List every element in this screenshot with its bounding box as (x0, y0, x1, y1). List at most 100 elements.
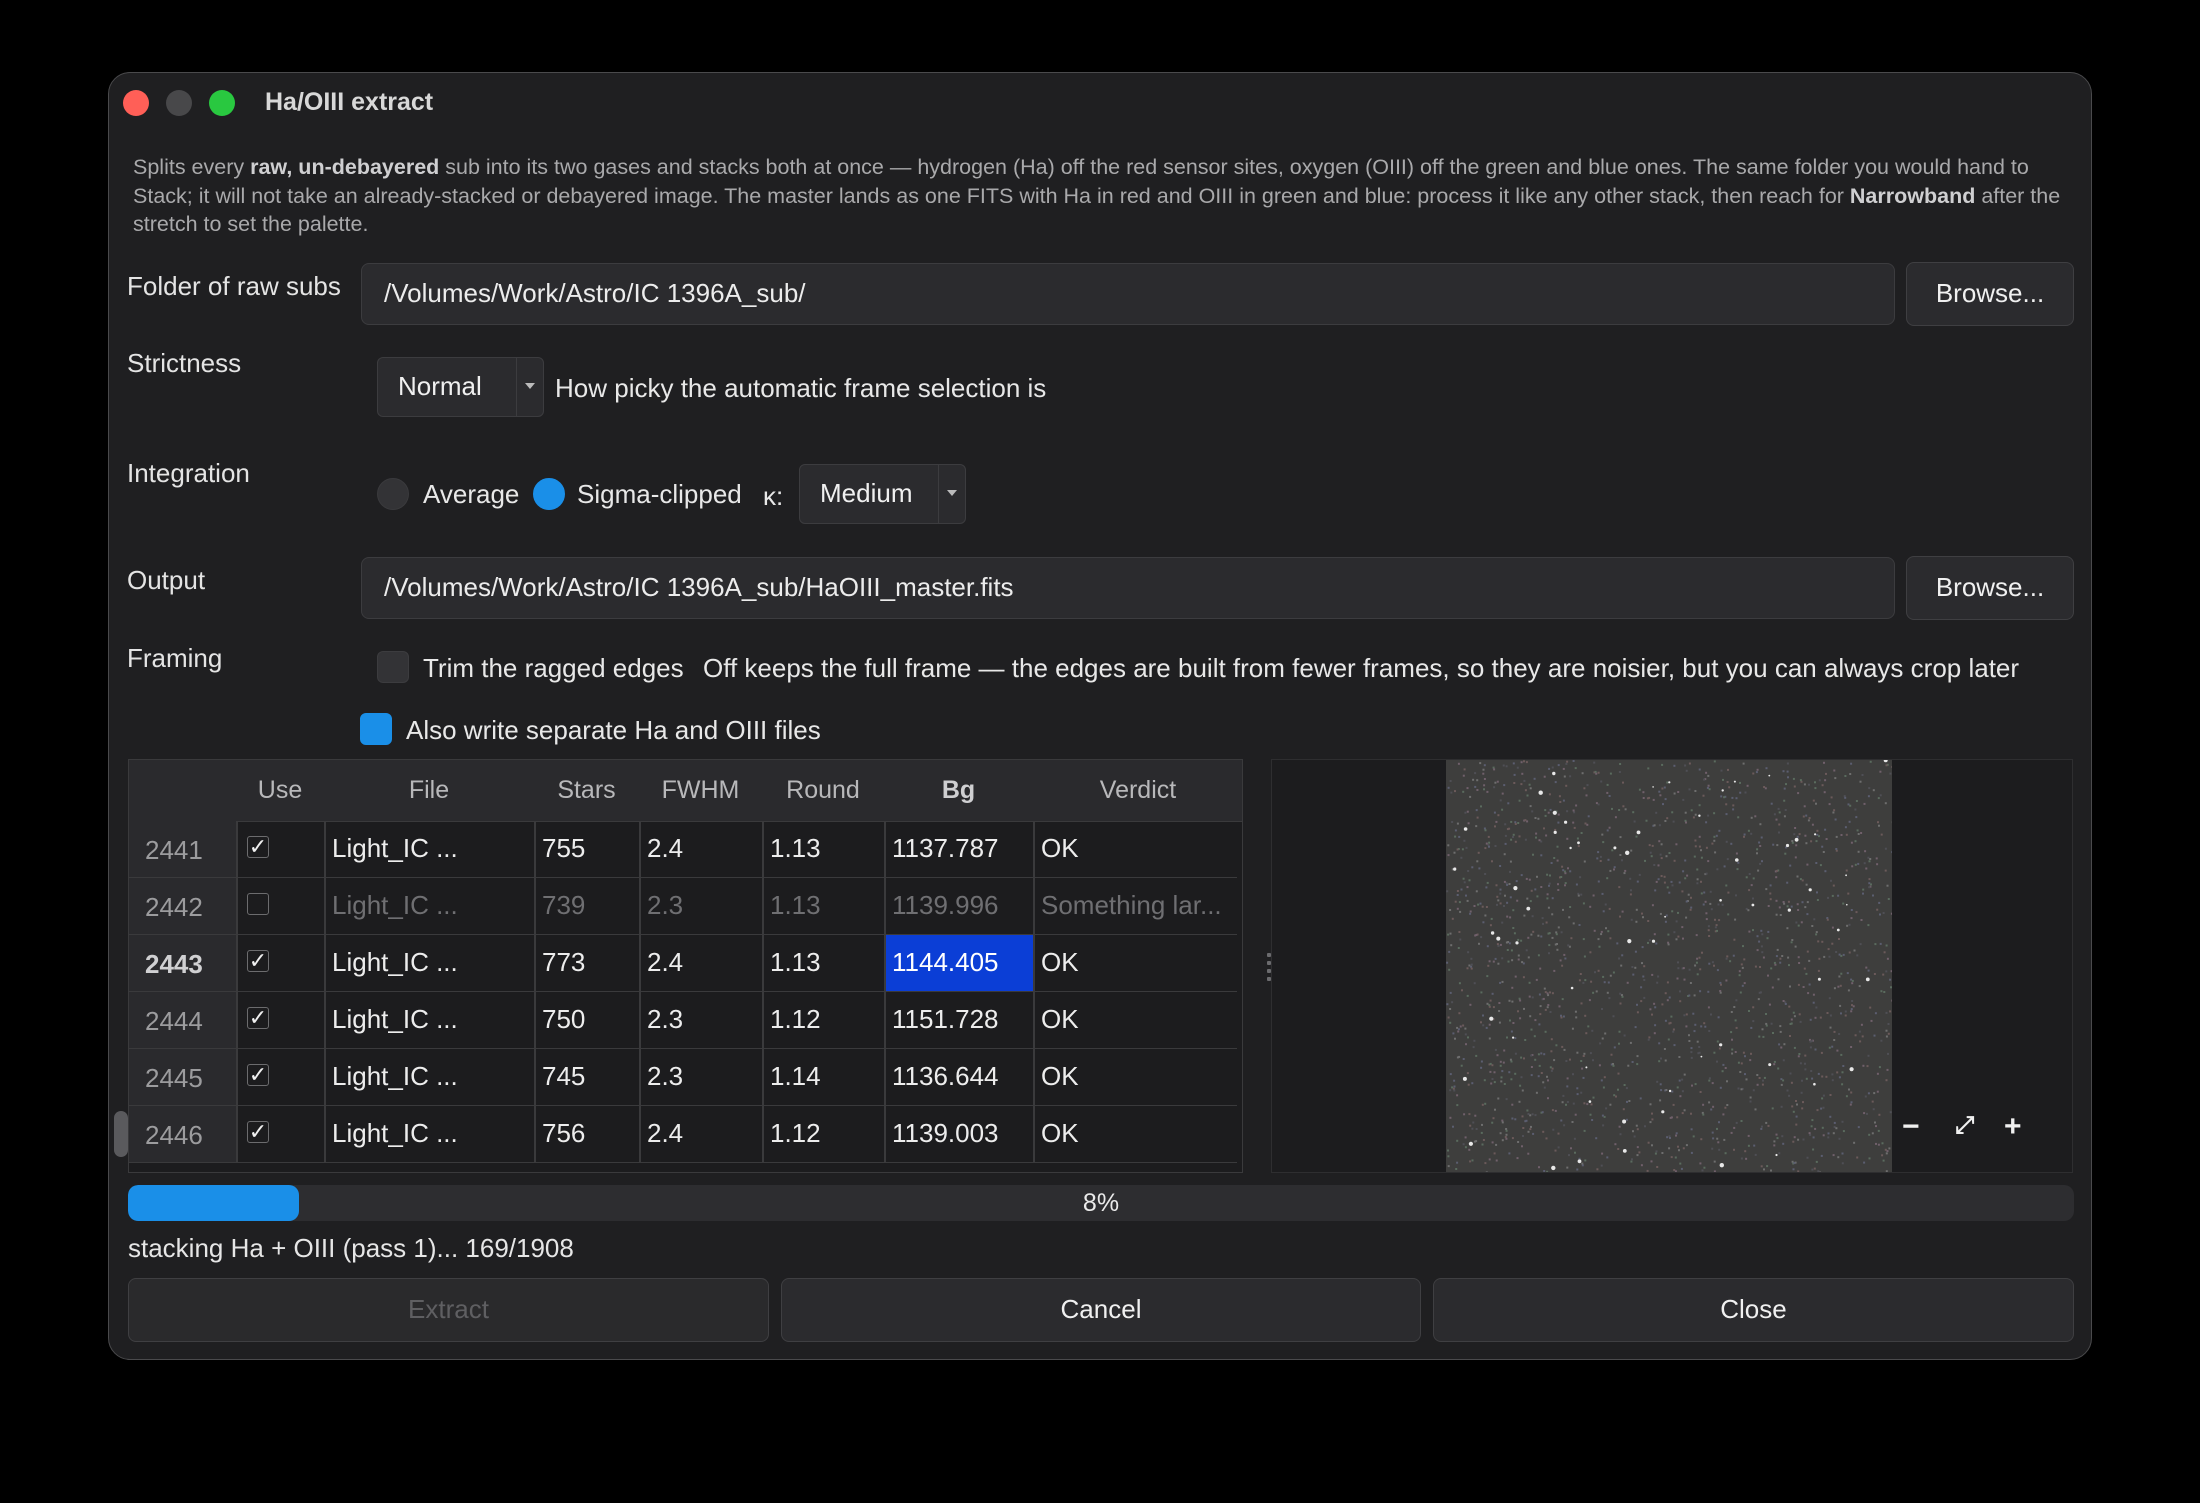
trim-edges-checkbox[interactable] (377, 651, 409, 683)
cell-file[interactable]: Light_IC ... (332, 1049, 532, 1105)
header-verdict[interactable]: Verdict (1033, 760, 1242, 821)
header-use[interactable]: Use (236, 760, 324, 821)
cell-verdict[interactable]: OK (1041, 1106, 1236, 1162)
cell-verdict[interactable]: OK (1041, 1049, 1236, 1105)
chevron-down-icon (938, 465, 965, 523)
cell-round[interactable]: 1.13 (770, 821, 882, 877)
cell-fwhm[interactable]: 2.4 (647, 821, 760, 877)
cell-file[interactable]: Light_IC ... (332, 935, 532, 991)
sigma-clipped-radio[interactable] (533, 478, 565, 510)
column-divider (762, 821, 764, 877)
table-row[interactable]: 2443 ✓ Light_IC ... 773 2.4 1.13 1144.405 OK (129, 935, 1237, 992)
column-divider (324, 935, 326, 991)
close-button[interactable]: Close (1433, 1278, 2074, 1342)
cell-stars[interactable]: 750 (542, 992, 637, 1048)
average-radio[interactable] (377, 478, 409, 510)
cell-bg[interactable]: 1139.996 (892, 878, 1032, 934)
cell-fwhm[interactable]: 2.3 (647, 992, 760, 1048)
cell-stars[interactable]: 745 (542, 1049, 637, 1105)
average-label: Average (423, 479, 520, 509)
cell-bg[interactable]: 1144.405 (892, 935, 1032, 991)
cell-bg[interactable]: 1139.003 (892, 1106, 1032, 1162)
cell-round[interactable]: 1.13 (770, 878, 882, 934)
header-bg[interactable]: Bg (884, 760, 1033, 821)
output-input[interactable]: /Volumes/Work/Astro/IC 1396A_sub/HaOIII_… (361, 557, 1895, 619)
cell-file[interactable]: Light_IC ... (332, 1106, 532, 1162)
column-divider (534, 935, 536, 991)
fit-icon[interactable]: ⤢ (1955, 1112, 1974, 1140)
table-scrollbar[interactable] (114, 1111, 128, 1157)
cell-fwhm[interactable]: 2.4 (647, 935, 760, 991)
column-divider (639, 1106, 641, 1162)
table-row[interactable]: 2446 ✓ Light_IC ... 756 2.4 1.12 1139.003 OK (129, 1106, 1237, 1163)
header-round[interactable]: Round (762, 760, 884, 821)
kappa-combo[interactable]: Medium (799, 464, 966, 524)
cell-file[interactable]: Light_IC ... (332, 878, 532, 934)
row-number: 2444 (129, 992, 236, 1048)
minimize-window-icon[interactable] (166, 90, 192, 116)
cell-stars[interactable]: 756 (542, 1106, 637, 1162)
chevron-down-icon (516, 358, 543, 416)
cell-verdict[interactable]: OK (1041, 821, 1236, 877)
header-file[interactable]: File (324, 760, 534, 821)
folder-browse-button[interactable]: Browse... (1906, 262, 2074, 326)
cell-round[interactable]: 1.12 (770, 1106, 882, 1162)
column-divider (236, 878, 238, 934)
use-checkbox[interactable]: ✓ (247, 1064, 269, 1086)
strictness-combo[interactable]: Normal (377, 357, 544, 417)
table-row[interactable]: 2442 Light_IC ... 739 2.3 1.13 1139.996 Someth… (129, 878, 1237, 935)
column-divider (1033, 1106, 1035, 1162)
column-divider (639, 821, 641, 877)
description-bold-2: Narrowband (1849, 183, 1976, 208)
cancel-button[interactable]: Cancel (781, 1278, 1421, 1342)
cell-round[interactable]: 1.14 (770, 1049, 882, 1105)
cell-round[interactable]: 1.13 (770, 935, 882, 991)
table-row[interactable]: 2444 ✓ Light_IC ... 750 2.3 1.12 1151.728 OK (129, 992, 1237, 1049)
cell-verdict[interactable]: Something lar... (1041, 878, 1236, 934)
cell-fwhm[interactable]: 2.3 (647, 1049, 760, 1105)
column-divider (639, 935, 641, 991)
folder-input[interactable]: /Volumes/Work/Astro/IC 1396A_sub/ (361, 263, 1895, 325)
use-checkbox[interactable]: ✓ (247, 836, 269, 858)
cell-file[interactable]: Light_IC ... (332, 821, 532, 877)
row-number: 2446 (129, 1106, 236, 1162)
use-checkbox[interactable]: ✓ (247, 1007, 269, 1029)
trim-edges-hint: Off keeps the full frame — the edges are… (703, 653, 2020, 683)
cell-stars[interactable]: 739 (542, 878, 637, 934)
frames-table[interactable]: Use File Stars FWHM Round Bg Verdict 244… (128, 759, 1243, 1173)
cell-fwhm[interactable]: 2.3 (647, 878, 760, 934)
framing-label: Framing (127, 643, 223, 673)
extract-button[interactable]: Extract (128, 1278, 769, 1342)
column-divider (1033, 878, 1035, 934)
table-row[interactable]: 2445 ✓ Light_IC ... 745 2.3 1.14 1136.644 OK (129, 1049, 1237, 1106)
use-checkbox[interactable] (247, 893, 269, 915)
cell-stars[interactable]: 773 (542, 935, 637, 991)
cell-bg[interactable]: 1137.787 (892, 821, 1032, 877)
row-number: 2445 (129, 1049, 236, 1105)
zoom-window-icon[interactable] (209, 90, 235, 116)
output-browse-button[interactable]: Browse... (1906, 556, 2074, 620)
cell-bg[interactable]: 1151.728 (892, 992, 1032, 1048)
preview-panel[interactable]: − ⤢ + (1271, 759, 2073, 1173)
cell-bg[interactable]: 1136.644 (892, 1049, 1032, 1105)
kappa-value: Medium (820, 478, 913, 508)
header-stars[interactable]: Stars (534, 760, 639, 821)
folder-label: Folder of raw subs (127, 271, 341, 301)
title-bar: Ha/OIII extract (109, 73, 2091, 133)
cell-round[interactable]: 1.12 (770, 992, 882, 1048)
cell-verdict[interactable]: OK (1041, 992, 1236, 1048)
cell-fwhm[interactable]: 2.4 (647, 1106, 760, 1162)
zoom-in-icon[interactable]: + (2004, 1110, 2022, 1144)
table-row[interactable]: 2441 ✓ Light_IC ... 755 2.4 1.13 1137.787 OK (129, 821, 1237, 878)
use-checkbox[interactable]: ✓ (247, 950, 269, 972)
column-divider (324, 992, 326, 1048)
zoom-out-icon[interactable]: − (1902, 1110, 1920, 1144)
close-window-icon[interactable] (123, 90, 149, 116)
use-checkbox[interactable]: ✓ (247, 1121, 269, 1143)
separate-files-checkbox[interactable] (360, 713, 392, 745)
column-divider (534, 992, 536, 1048)
cell-file[interactable]: Light_IC ... (332, 992, 532, 1048)
cell-verdict[interactable]: OK (1041, 935, 1236, 991)
header-fwhm[interactable]: FWHM (639, 760, 762, 821)
cell-stars[interactable]: 755 (542, 821, 637, 877)
